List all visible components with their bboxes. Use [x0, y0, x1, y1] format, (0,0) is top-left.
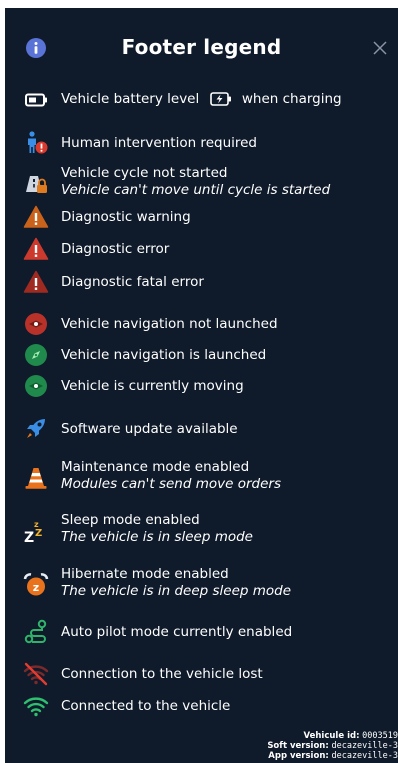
legend-row-hibernate: z Hibernate mode enabled The vehicle is …	[5, 565, 398, 603]
hibernate-label: Hibernate mode enabled	[61, 566, 229, 582]
legend-row-moving: Vehicle is currently moving	[5, 373, 398, 399]
sleep-label: Sleep mode enabled	[61, 512, 200, 528]
nav-not-launched-label: Vehicle navigation not launched	[61, 316, 278, 332]
route-icon	[23, 619, 49, 645]
battery-label: Vehicle battery level	[61, 91, 200, 107]
wifi-off-icon	[23, 661, 49, 687]
legend-row-connection-lost: Connection to the vehicle lost	[5, 661, 398, 687]
person-alert-icon	[23, 130, 49, 156]
diagnostic-warning-label: Diagnostic warning	[61, 209, 191, 225]
navigation-green-icon	[23, 342, 49, 368]
legend-row-human-intervention: Human intervention required	[5, 130, 398, 156]
autopilot-label: Auto pilot mode currently enabled	[61, 624, 293, 640]
soft-version-line: Soft version: decazeville-3	[267, 741, 398, 751]
version-info: Vehicule id: 0003519 Soft version: decaz…	[267, 731, 398, 761]
soft-version-value: decazeville-3	[331, 741, 398, 751]
legend-row-software-update: Software update available	[5, 416, 398, 442]
vehicle-locked-icon	[23, 170, 49, 196]
battery-icon	[23, 87, 49, 113]
warning-orange-icon	[23, 204, 49, 230]
nav-launched-label: Vehicle navigation is launched	[61, 347, 267, 363]
legend-row-diagnostic-warning: Diagnostic warning	[5, 204, 398, 230]
connected-label: Connected to the vehicle	[61, 698, 231, 714]
svg-text:Z: Z	[24, 530, 34, 544]
wifi-icon	[23, 693, 49, 719]
navigation-red-icon	[23, 311, 49, 337]
diagnostic-error-label: Diagnostic error	[61, 241, 170, 257]
dialog-title: Footer legend	[121, 35, 282, 59]
traffic-cone-icon	[23, 465, 49, 491]
sleep-sub-label: The vehicle is in sleep mode	[61, 529, 253, 545]
legend-row-nav-not-launched: Vehicle navigation not launched	[5, 311, 398, 337]
cycle-sub-label: Vehicle can't move until cycle is starte…	[61, 182, 331, 198]
hibernate-sub-label: The vehicle is in deep sleep mode	[61, 583, 292, 599]
software-update-label: Software update available	[61, 421, 238, 437]
warning-darkred-icon	[23, 269, 49, 295]
moving-green-icon	[23, 373, 49, 399]
diagnostic-fatal-label: Diagnostic fatal error	[61, 274, 204, 290]
svg-text:z: z	[34, 520, 39, 529]
legend-row-sleep: Z Z z Sleep mode enabled The vehicle is …	[5, 511, 398, 549]
app-version-label: App version:	[268, 751, 329, 761]
vehicle-id-label: Vehicule id:	[303, 731, 360, 741]
soft-version-label: Soft version:	[267, 741, 329, 751]
footer-legend-dialog: Footer legend Vehicle battery level when…	[5, 8, 398, 763]
svg-text:z: z	[33, 581, 39, 594]
legend-row-diagnostic-error: Diagnostic error	[5, 236, 398, 262]
dialog-header: Footer legend	[5, 8, 398, 88]
human-intervention-label: Human intervention required	[61, 135, 258, 151]
legend-row-cycle: Vehicle cycle not started Vehicle can't …	[5, 164, 398, 200]
vehicle-id-line: Vehicule id: 0003519	[267, 731, 398, 741]
maintenance-sub-label: Modules can't send move orders	[61, 476, 281, 492]
alarm-clock-icon: z	[23, 572, 49, 598]
rocket-icon	[23, 416, 49, 442]
legend-row-battery: Vehicle battery level when charging	[5, 87, 398, 113]
close-icon[interactable]	[372, 40, 388, 56]
vehicle-id-value: 0003519	[362, 731, 398, 741]
connection-lost-label: Connection to the vehicle lost	[61, 666, 263, 682]
legend-row-maintenance: Maintenance mode enabled Modules can't s…	[5, 458, 398, 496]
maintenance-label: Maintenance mode enabled	[61, 459, 250, 475]
warning-red-icon	[23, 236, 49, 262]
legend-row-nav-launched: Vehicle navigation is launched	[5, 342, 398, 368]
battery-charging-icon	[209, 92, 231, 106]
legend-row-autopilot: Auto pilot mode currently enabled	[5, 619, 398, 645]
moving-label: Vehicle is currently moving	[61, 378, 244, 394]
app-version-line: App version: decazeville-3	[267, 751, 398, 761]
legend-row-diagnostic-fatal: Diagnostic fatal error	[5, 269, 398, 295]
sleep-zzz-icon: Z Z z	[23, 518, 49, 544]
legend-row-connected: Connected to the vehicle	[5, 693, 398, 719]
svg-text:Z: Z	[35, 528, 42, 539]
battery-charging-label: when charging	[241, 91, 342, 107]
app-version-value: decazeville-3	[331, 751, 398, 761]
cycle-label: Vehicle cycle not started	[61, 165, 228, 181]
